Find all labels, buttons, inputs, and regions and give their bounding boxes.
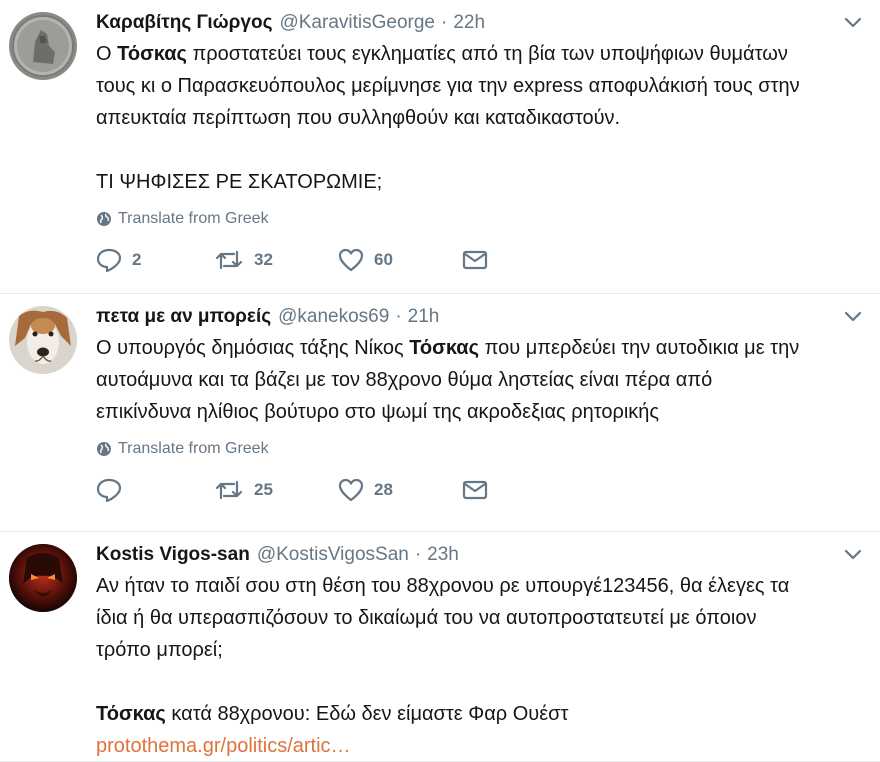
like-count: 28 — [374, 480, 393, 499]
text-segment: Ο — [96, 43, 118, 65]
text-line: τους κι ο Παρασκευόπουλος μερίμνησε για … — [96, 75, 800, 97]
retweet-icon — [215, 480, 243, 500]
text-segment: που μπερδεύει την αυτοδικια με την — [479, 337, 800, 359]
retweet-count: 25 — [254, 480, 273, 499]
tweet-header: Καραβίτης Γιώργος @KaravitisGeorge · 22h — [96, 10, 866, 36]
text-line: επικίνδυνα ηλίθιος βούτυρο στο ψωμί της … — [96, 401, 660, 423]
display-name[interactable]: Kostis Vigos-san — [96, 544, 250, 566]
translate-link[interactable]: Translate from Greek — [96, 440, 866, 458]
chevron-down-icon[interactable] — [840, 542, 866, 568]
separator-dot: · — [395, 306, 402, 327]
like-icon — [338, 478, 364, 502]
timestamp[interactable]: 22h — [453, 12, 485, 34]
tweet-text: Ο Τόσκας προστατεύει τους εγκληματίες απ… — [96, 38, 866, 198]
timestamp[interactable]: 21h — [408, 306, 440, 328]
display-name[interactable]: Καραβίτης Γιώργος — [96, 12, 272, 34]
text-line: αυτοάμυνα και τα βάζει με τον 88χρονο θύ… — [96, 369, 713, 391]
message-button[interactable] — [462, 249, 488, 271]
translate-label: Translate from Greek — [118, 210, 269, 227]
tweet-header: πετα με αν μπορείς @kanekos69 · 21h — [96, 304, 866, 330]
mention-bold: Τόσκας — [96, 703, 166, 725]
text-line: Αν ήταν το παιδί σου στη θέση του 88χρον… — [96, 575, 790, 597]
display-name[interactable]: πετα με αν μπορείς — [96, 306, 271, 328]
text-line: απευκταία περίπτωση που συλληφθούν και κ… — [96, 107, 621, 129]
chevron-down-icon[interactable] — [840, 10, 866, 36]
user-handle[interactable]: @KostisVigosSan — [257, 544, 409, 566]
text-segment: Ο υπουργός δημόσιας τάξης Νίκος — [96, 337, 410, 359]
tweet-header: Kostis Vigos-san @KostisVigosSan · 23h — [96, 542, 866, 568]
tweet-text: Αν ήταν το παιδί σου στη θέση του 88χρον… — [96, 570, 866, 762]
message-icon — [462, 480, 488, 500]
reply-count: 2 — [132, 250, 142, 269]
avatar[interactable] — [9, 306, 77, 374]
tweet-actions: 2 32 60 — [96, 240, 866, 280]
tweet: πετα με αν μπορείς @kanekos69 · 21h Ο υπ… — [0, 294, 880, 532]
text-segment: κατά 88χρονου: Εδώ δεν είμαστε Φαρ Ουέστ — [165, 703, 569, 725]
reply-icon — [96, 248, 122, 272]
article-link[interactable]: protothema.gr/politics/artic… — [96, 730, 866, 762]
like-count: 60 — [374, 250, 393, 269]
timestamp[interactable]: 23h — [427, 544, 459, 566]
separator-dot: · — [441, 12, 448, 33]
like-icon — [338, 248, 364, 272]
like-button[interactable]: 28 — [338, 478, 462, 502]
retweet-button[interactable]: 25 — [214, 479, 338, 501]
tweet-actions: 25 28 — [96, 470, 866, 510]
like-button[interactable]: 60 — [338, 248, 462, 272]
tweet: Kostis Vigos-san @KostisVigosSan · 23h Α… — [0, 532, 880, 762]
user-handle[interactable]: @kanekos69 — [278, 306, 389, 328]
tweet-text: Ο υπουργός δημόσιας τάξης Νίκος Τόσκας π… — [96, 332, 866, 428]
text-line: τρόπο μπορεί; — [96, 639, 223, 661]
tweet: Καραβίτης Γιώργος @KaravitisGeorge · 22h… — [0, 0, 880, 294]
retweet-icon — [215, 250, 243, 270]
message-icon — [462, 250, 488, 270]
reply-button[interactable]: 2 — [96, 248, 214, 272]
retweet-count: 32 — [254, 250, 273, 269]
avatar[interactable] — [9, 544, 77, 612]
avatar[interactable] — [9, 12, 77, 80]
globe-icon — [97, 442, 111, 456]
mention-bold: Τόσκας — [117, 43, 187, 65]
globe-icon — [97, 212, 111, 226]
mention-bold: Τόσκας — [409, 337, 480, 359]
reply-button[interactable] — [96, 478, 214, 502]
text-segment: προστατεύει τους εγκληματίες από τη βία … — [186, 43, 788, 65]
text-line: ίδια ή θα υπερασπιζόσουν το δικαίωμά του… — [96, 607, 757, 629]
message-button[interactable] — [462, 479, 488, 501]
reply-icon — [96, 478, 122, 502]
translate-link[interactable]: Translate from Greek — [96, 210, 866, 228]
user-handle[interactable]: @KaravitisGeorge — [279, 12, 435, 34]
separator-dot: · — [414, 544, 422, 565]
chevron-down-icon[interactable] — [840, 304, 866, 330]
text-line: ΤΙ ΨΗΦΙΣΕΣ ΡΕ ΣΚΑΤΟΡΩΜΙΕ; — [96, 171, 383, 193]
translate-label: Translate from Greek — [118, 440, 269, 457]
retweet-button[interactable]: 32 — [214, 249, 338, 271]
